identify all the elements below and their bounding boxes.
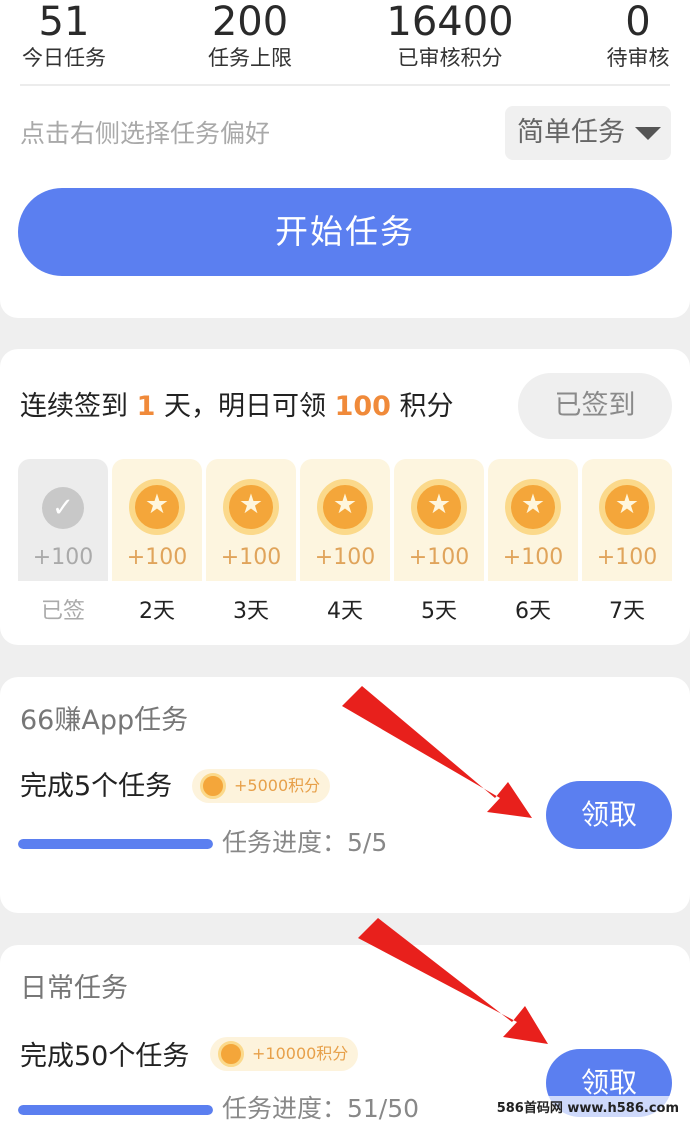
red-arrow-icon [342, 686, 548, 1044]
watermark: 586首码网 www.h586.com [493, 1096, 682, 1117]
annotation-arrows [342, 686, 548, 1044]
